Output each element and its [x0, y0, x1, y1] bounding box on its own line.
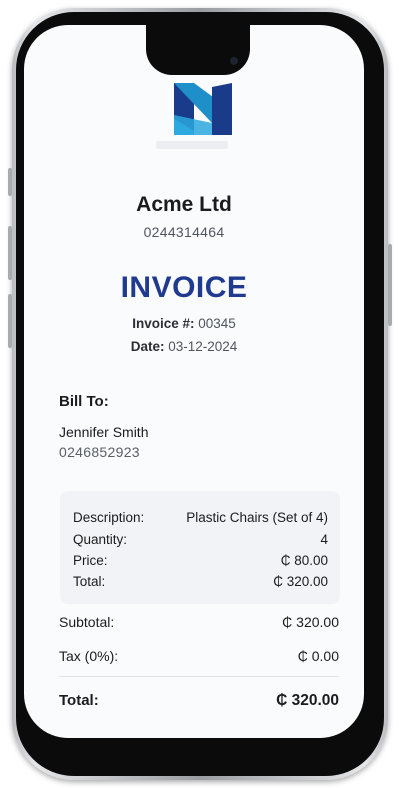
phone-notch [146, 25, 250, 75]
phone-volume-up-button [8, 226, 12, 280]
client-name: Jennifer Smith [59, 424, 149, 440]
item-price: ₵ 80.00 [280, 553, 328, 568]
grand-total-label: Total: [59, 692, 99, 709]
total-divider [59, 676, 339, 677]
item-description-label: Description: [73, 510, 145, 525]
invoice-title: INVOICE [120, 271, 248, 304]
phone-side-button [8, 168, 12, 196]
invoice-number-line: Invoice #: 00345 [24, 316, 364, 331]
tax-value: ₵ 0.00 [297, 648, 339, 664]
item-description: Plastic Chairs (Set of 4) [186, 510, 328, 525]
subtotal-label: Subtotal: [59, 614, 115, 630]
invoice-screen: Acme Ltd 0244314464 INVOICE Invoice #: 0… [24, 25, 364, 738]
item-quantity-label: Quantity: [73, 532, 128, 547]
company-phone: 0244314464 [143, 224, 225, 240]
item-price-label: Price: [73, 553, 108, 568]
company-name: Acme Ltd [136, 193, 232, 216]
acme-logo-icon [174, 83, 232, 135]
client-phone: 0246852923 [59, 444, 140, 460]
item-total-label: Total: [73, 574, 106, 589]
item-total: ₵ 320.00 [273, 574, 328, 589]
phone-volume-down-button [8, 294, 12, 348]
invoice-date-line: Date: 03-12-2024 [24, 339, 364, 354]
subtotal-value: ₵ 320.00 [282, 614, 339, 630]
item-quantity: 4 [320, 532, 328, 547]
phone-power-button [388, 244, 392, 326]
invoice-number-label: Invoice #: [132, 316, 195, 331]
invoice-number: 00345 [198, 316, 236, 331]
invoice-date: 03-12-2024 [168, 339, 238, 354]
invoice-date-label: Date: [130, 339, 165, 354]
grand-total-value: ₵ 320.00 [276, 692, 339, 709]
bill-to-label: Bill To: [59, 393, 109, 410]
line-item-card: Description: Plastic Chairs (Set of 4) Q… [60, 491, 340, 604]
front-camera [230, 57, 238, 65]
tax-label: Tax (0%): [59, 648, 119, 664]
logo-shadow [156, 141, 228, 149]
